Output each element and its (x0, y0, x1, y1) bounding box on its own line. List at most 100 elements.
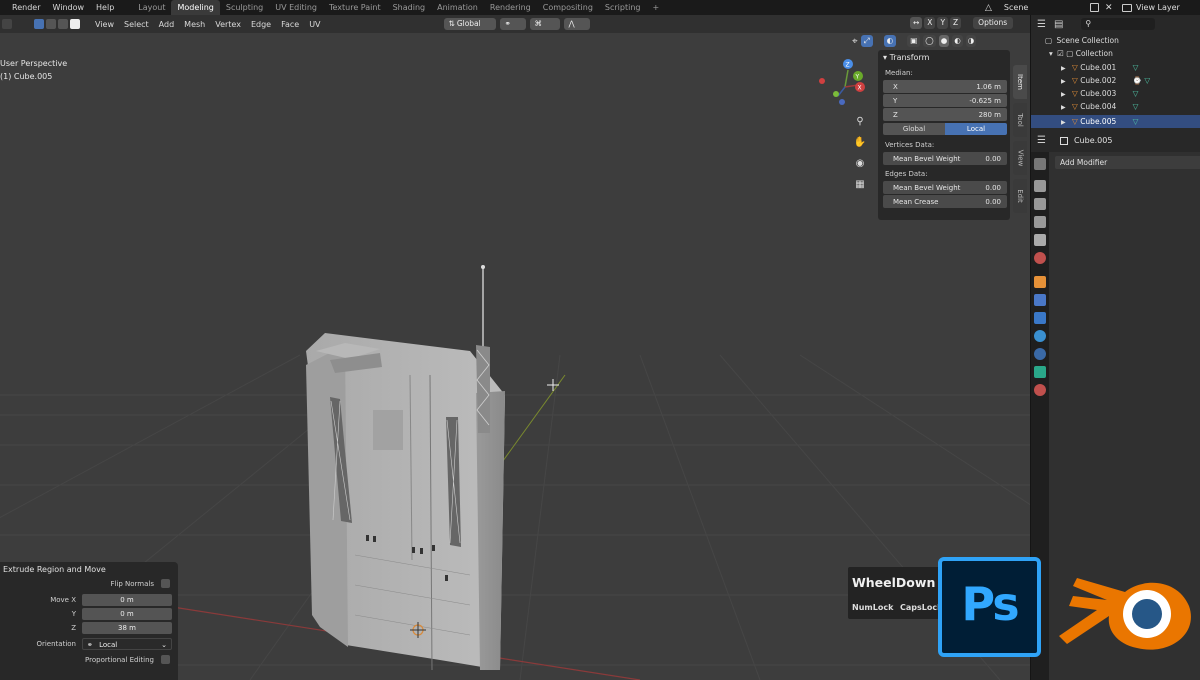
scene-selector[interactable]: △ Scene (985, 0, 1028, 15)
checkbox-icon[interactable]: ☑ (1057, 49, 1064, 58)
material-shading-icon[interactable]: ◐ (952, 35, 963, 47)
tab-edit[interactable]: Edit (1013, 179, 1027, 213)
outliner-object-cube-002[interactable]: ▶ ▽ Cube.002 ⌚ ▽ (1031, 74, 1200, 87)
scene-close-icon[interactable]: ✕ (1105, 0, 1113, 15)
menu-select[interactable]: Select (119, 20, 154, 29)
vertex-select-mode[interactable] (34, 19, 44, 29)
tab-shading[interactable]: Shading (387, 0, 432, 15)
local-space-button[interactable]: Local (945, 123, 1007, 135)
editor-type-icon[interactable] (2, 19, 12, 29)
options-dropdown[interactable]: Options (973, 17, 1014, 29)
menu-edge[interactable]: Edge (246, 20, 276, 29)
axis-z-toggle[interactable]: Z (950, 17, 962, 29)
tool-tab-icon[interactable] (1034, 158, 1046, 170)
edge-bevel-weight-field[interactable]: Mean Bevel Weight 0.00 (883, 181, 1007, 194)
outliner-collection[interactable]: ▾ ☑ ▢ Collection (1031, 47, 1200, 60)
add-workspace-button[interactable]: + (646, 0, 665, 15)
outliner-object-cube-004[interactable]: ▶ ▽ Cube.004 ▽ (1031, 100, 1200, 113)
outliner-search-input[interactable]: ⚲ (1081, 18, 1156, 30)
move-x-field[interactable]: 0 m (82, 594, 172, 606)
median-z-field[interactable]: Z 280 m (883, 108, 1007, 121)
mean-crease-field[interactable]: Mean Crease 0.00 (883, 195, 1007, 208)
outliner-display-icon[interactable]: ▤ (1054, 19, 1063, 30)
menu-help[interactable]: Help (90, 0, 120, 15)
particles-tab-icon[interactable] (1034, 312, 1046, 324)
tab-tool[interactable]: Tool (1013, 103, 1027, 137)
tab-layout[interactable]: Layout (132, 0, 171, 15)
camera-icon[interactable]: ◉ (851, 154, 869, 172)
menu-view[interactable]: View (90, 20, 119, 29)
tab-rendering[interactable]: Rendering (484, 0, 537, 15)
menu-window[interactable]: Window (46, 0, 90, 15)
render-shading-icon[interactable]: ◑ (965, 35, 977, 47)
median-x-field[interactable]: X 1.06 m (883, 80, 1007, 93)
tab-uv-editing[interactable]: UV Editing (269, 0, 323, 15)
move-y-field[interactable]: 0 m (82, 608, 172, 620)
median-y-field[interactable]: Y -0.625 m (883, 94, 1007, 107)
grid-view-icon[interactable]: ▦ (851, 175, 869, 193)
outliner-object-cube-003[interactable]: ▶ ▽ Cube.003 ▽ (1031, 87, 1200, 100)
wireframe-shading-icon[interactable]: ◯ (923, 35, 936, 47)
pivot-dropdown[interactable]: ⚭ (499, 18, 526, 30)
view-layer-selector[interactable]: View Layer (1122, 0, 1180, 15)
expand-arrow-icon: ▶ (1061, 65, 1066, 72)
object-tab-icon[interactable] (1034, 276, 1046, 288)
outliner-object-cube-005[interactable]: ▶ ▽ Cube.005 ▽ (1031, 115, 1200, 128)
properties-editor-icon[interactable]: ☰ (1037, 135, 1046, 146)
tab-compositing[interactable]: Compositing (537, 0, 599, 15)
gizmo-toggle-icon[interactable]: ⤢ (860, 35, 873, 47)
menu-uv[interactable]: UV (304, 20, 325, 29)
menu-add[interactable]: Add (154, 20, 180, 29)
zoom-icon[interactable]: ⚲ (851, 112, 869, 130)
world-tab-icon[interactable] (1034, 252, 1046, 264)
tab-modeling[interactable]: Modeling (171, 0, 220, 15)
material-tab-icon[interactable] (1034, 384, 1046, 396)
overlay-toggle-icon[interactable]: ◐ (883, 35, 897, 47)
select-mode-extra[interactable] (70, 19, 80, 29)
global-space-button[interactable]: Global (883, 123, 945, 135)
scene-copy-icon[interactable] (1090, 0, 1099, 15)
orientation-dropdown[interactable]: ⇅ Global (443, 18, 496, 30)
move-z-field[interactable]: 38 m (82, 622, 172, 634)
edge-select-mode[interactable] (46, 19, 56, 29)
vertex-bevel-weight-field[interactable]: Mean Bevel Weight 0.00 (883, 152, 1007, 165)
outliner-editor-icon[interactable]: ☰ (1037, 19, 1046, 30)
axis-x-toggle[interactable]: X (924, 17, 936, 29)
tab-animation[interactable]: Animation (431, 0, 484, 15)
orientation-select[interactable]: ⚭ Local ⌄ (82, 638, 172, 650)
scene-name: Scene (1003, 3, 1029, 12)
tab-view[interactable]: View (1013, 141, 1027, 175)
axis-y-toggle[interactable]: Y (937, 17, 949, 29)
modifier-tab-icon[interactable] (1034, 294, 1046, 306)
pan-hand-icon[interactable]: ✋ (851, 133, 869, 151)
constraints-tab-icon[interactable] (1034, 348, 1046, 360)
operator-title[interactable]: Extrude Region and Move (0, 562, 178, 578)
proportional-checkbox[interactable] (161, 655, 170, 664)
scene-tab-icon[interactable] (1034, 234, 1046, 246)
menu-render[interactable]: Render (0, 0, 46, 15)
menu-vertex[interactable]: Vertex (210, 20, 246, 29)
view-layer-tab-icon[interactable] (1034, 216, 1046, 228)
mirror-icon[interactable]: ↔ (910, 17, 923, 29)
face-select-mode[interactable] (58, 19, 68, 29)
physics-tab-icon[interactable] (1034, 330, 1046, 342)
add-modifier-dropdown[interactable]: Add Modifier (1055, 156, 1200, 169)
mesh-data-tab-icon[interactable] (1034, 366, 1046, 378)
outliner-scene-collection[interactable]: ▢ Scene Collection (1031, 34, 1200, 47)
proportional-toggle[interactable]: ⋀ (563, 18, 590, 30)
tab-texture-paint[interactable]: Texture Paint (323, 0, 387, 15)
menu-face[interactable]: Face (276, 20, 304, 29)
render-tab-icon[interactable] (1034, 180, 1046, 192)
output-tab-icon[interactable] (1034, 198, 1046, 210)
transform-section-header[interactable]: ▾ Transform (878, 50, 1010, 66)
solid-shading-icon[interactable]: ● (938, 35, 950, 47)
visibility-icon[interactable]: ⌖ (852, 36, 858, 47)
outliner-object-cube-001[interactable]: ▶ ▽ Cube.001 ▽ (1031, 61, 1200, 74)
flip-normals-checkbox[interactable] (161, 579, 170, 588)
snap-toggle[interactable]: ⌘ (529, 18, 560, 30)
tab-sculpting[interactable]: Sculpting (220, 0, 269, 15)
menu-mesh[interactable]: Mesh (179, 20, 210, 29)
tab-item[interactable]: Item (1013, 65, 1027, 99)
tab-scripting[interactable]: Scripting (599, 0, 647, 15)
xray-icon[interactable]: ▣ (907, 35, 921, 47)
